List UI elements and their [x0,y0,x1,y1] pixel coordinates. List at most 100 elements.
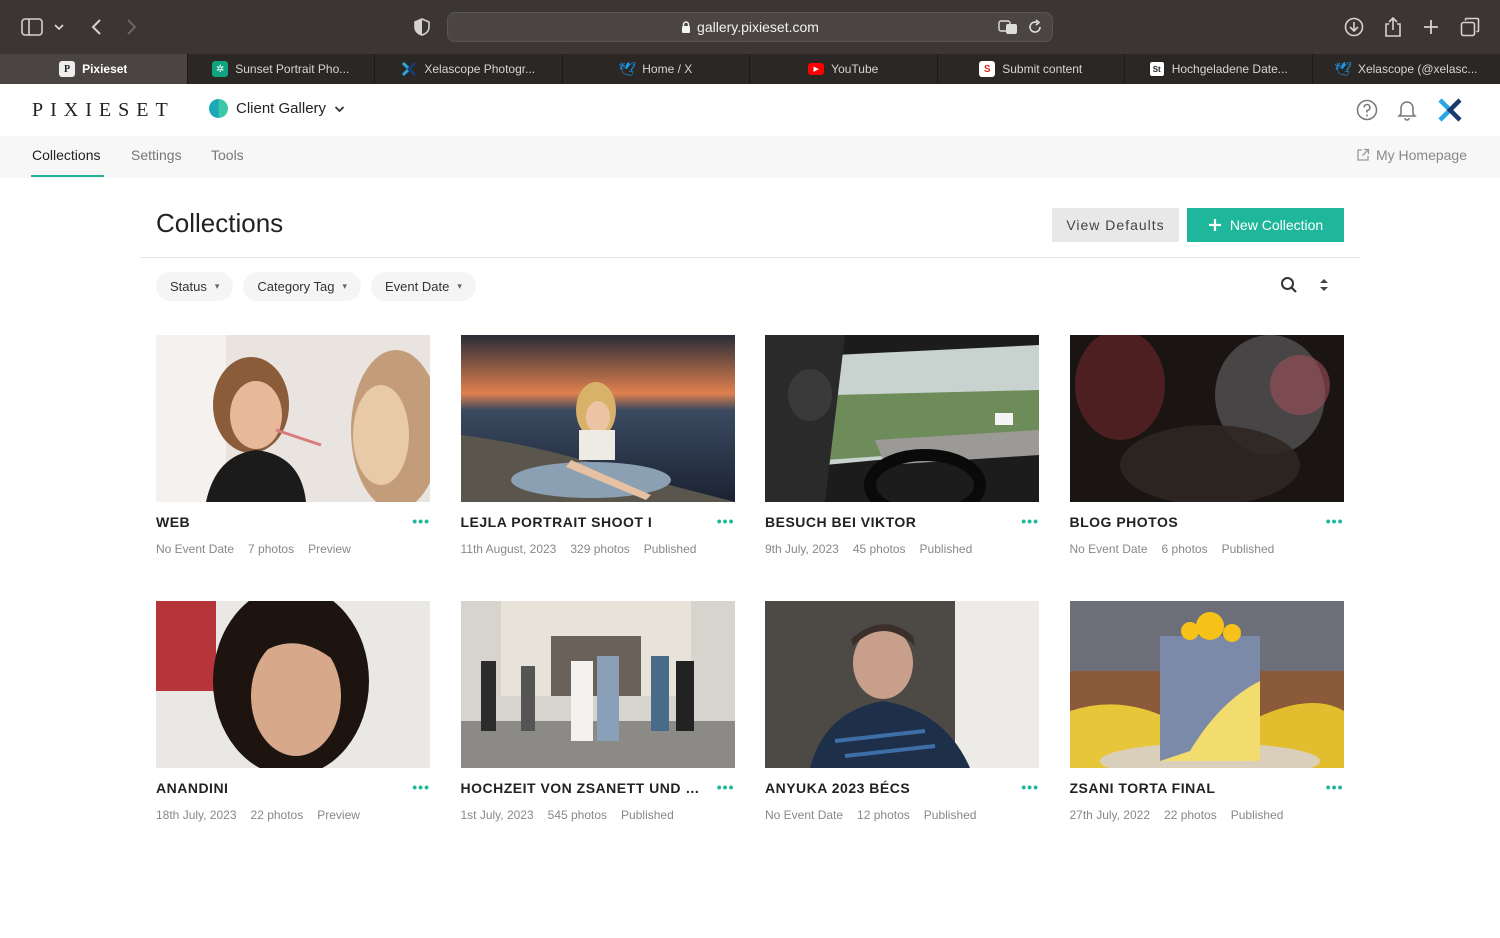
collection-cover-image[interactable] [156,601,430,768]
collection-title[interactable]: LEJLA PORTRAIT SHOOT I [461,514,706,530]
photo-count: 22 photos [250,808,304,822]
collection-title[interactable]: ANYUKA 2023 BÉCS [765,780,1010,796]
event-date: No Event Date [156,542,235,556]
photo-count: 545 photos [547,808,608,822]
collection-cover-image[interactable] [460,601,735,768]
help-icon[interactable] [1356,99,1378,121]
share-icon[interactable] [1382,13,1404,41]
collection-cover-image[interactable] [1069,335,1344,502]
download-icon[interactable] [1343,13,1365,41]
collection-card[interactable]: LEJLA PORTRAIT SHOOT I ••• 11th August, … [460,335,735,556]
bell-icon[interactable] [1396,99,1418,121]
chatgpt-favicon-icon: ✲ [212,61,229,77]
my-homepage-link[interactable]: My Homepage [1356,147,1467,163]
gallery-switcher[interactable]: Client Gallery [209,99,345,118]
new-collection-button[interactable]: New Collection [1187,208,1344,242]
shield-icon[interactable] [411,13,433,41]
pixieset-logo[interactable]: PIXIESET [32,99,175,122]
sort-icon[interactable] [1318,277,1330,293]
collection-meta: 1st July, 2023 545 photos Published [461,808,688,822]
chevron-down-icon: ▾ [457,281,462,291]
back-icon[interactable] [86,13,106,41]
chevron-down-icon: ▾ [342,281,348,291]
collection-meta: No Event Date 7 photos Preview [156,542,365,556]
filter-label: Category Tag [257,279,335,294]
collection-card[interactable]: WEB ••• No Event Date 7 photos Preview [156,335,430,556]
collection-card[interactable]: BLOG PHOTOS ••• No Event Date 6 photos Pub… [1069,335,1344,556]
sub-navigation: Collections Settings Tools My Homepage [0,136,1500,178]
event-date-filter[interactable]: Event Date ▾ [371,272,476,301]
browser-tab[interactable]: P Pixieset [0,54,188,84]
tab-settings[interactable]: Settings [131,147,182,163]
more-options-icon[interactable]: ••• [1021,513,1039,529]
collection-meta: 9th July, 2023 45 photos Published [765,542,986,556]
my-homepage-label: My Homepage [1375,147,1467,163]
collection-cover-image[interactable] [1069,601,1344,768]
status-label: Published [923,808,977,822]
header-divider [140,257,1360,258]
collection-title[interactable]: BESUCH BEI VIKTOR [765,514,1010,530]
xelascope-favicon-icon [401,61,417,77]
chevron-down-icon [334,105,345,112]
translate-icon[interactable] [998,19,1018,35]
status-filter[interactable]: Status ▾ [156,272,234,301]
submit-favicon-icon: S [979,61,996,77]
event-date: 9th July, 2023 [765,542,839,556]
collection-card[interactable]: BESUCH BEI VIKTOR ••• 9th July, 2023 45 p… [765,335,1039,556]
tab-label: YouTube [831,62,879,76]
event-date: No Event Date [1069,542,1148,556]
browser-tab[interactable]: Xelascope Photogr... [375,54,563,84]
more-options-icon[interactable]: ••• [717,779,735,795]
chevron-down-icon[interactable] [52,13,66,41]
browser-tab[interactable]: ▶ YouTube [750,54,938,84]
tab-collections[interactable]: Collections [32,147,100,163]
more-options-icon[interactable]: ••• [1021,779,1039,795]
browser-tab[interactable]: 🕊 Home / X [563,54,750,84]
collection-cover-image[interactable] [156,335,430,502]
more-options-icon[interactable]: ••• [717,513,735,529]
tab-overview-icon[interactable] [1459,13,1481,41]
youtube-favicon-icon: ▶ [808,63,825,75]
more-options-icon[interactable]: ••• [1326,513,1344,529]
collection-card[interactable]: ANANDINI ••• 18th July, 2023 22 photos Pre… [156,601,430,822]
browser-tab[interactable]: ✲ Sunset Portrait Pho... [188,54,375,84]
tab-label: Xelascope (@xelasc... [1357,62,1478,76]
collection-card[interactable]: ZSANI TORTA FINAL ••• 27th July, 2022 22 … [1069,601,1344,822]
status-label: Published [1230,808,1284,822]
collection-meta: 18th July, 2023 22 photos Preview [156,808,374,822]
forward-icon[interactable] [122,13,142,41]
address-bar[interactable]: gallery.pixieset.com [447,12,1053,42]
status-label: Preview [317,808,360,822]
collection-card[interactable]: ANYUKA 2023 BÉCS ••• No Event Date 12 pho… [765,601,1039,822]
status-label: Published [621,808,674,822]
category-tag-filter[interactable]: Category Tag ▾ [243,272,362,301]
event-date: 27th July, 2022 [1069,808,1151,822]
collection-title[interactable]: ANANDINI [156,780,401,796]
collection-title[interactable]: BLOG PHOTOS [1070,514,1315,530]
tab-tools[interactable]: Tools [211,147,244,163]
new-tab-icon[interactable] [1420,13,1442,41]
more-options-icon[interactable]: ••• [412,513,430,529]
more-options-icon[interactable]: ••• [412,779,430,795]
reload-icon[interactable] [1028,19,1042,35]
collection-title[interactable]: ZSANI TORTA FINAL [1070,780,1315,796]
collection-cover-image[interactable] [460,335,735,502]
account-avatar[interactable] [1436,96,1464,124]
chevron-down-icon: ▾ [214,281,220,291]
active-tab-indicator [31,175,104,177]
collection-card[interactable]: HOCHZEIT VON ZSANETT UND P... ••• 1st Ju… [460,601,735,822]
collection-title[interactable]: HOCHZEIT VON ZSANETT UND P... [461,780,706,796]
sidebar-toggle-icon[interactable] [20,13,44,41]
view-defaults-button[interactable]: View Defaults [1052,208,1179,242]
browser-tab[interactable]: St Hochgeladene Date... [1125,54,1313,84]
photo-count: 45 photos [852,542,906,556]
collection-cover-image[interactable] [765,335,1039,502]
collection-cover-image[interactable] [765,601,1039,768]
tab-label: Submit content [1002,62,1083,76]
collection-title[interactable]: WEB [156,514,401,530]
more-options-icon[interactable]: ••• [1326,779,1344,795]
browser-tab[interactable]: 🕊 Xelascope (@xelasc... [1313,54,1500,84]
tab-label: Hochgeladene Date... [1171,62,1288,76]
search-icon[interactable] [1280,276,1298,294]
browser-tab[interactable]: S Submit content [938,54,1125,84]
